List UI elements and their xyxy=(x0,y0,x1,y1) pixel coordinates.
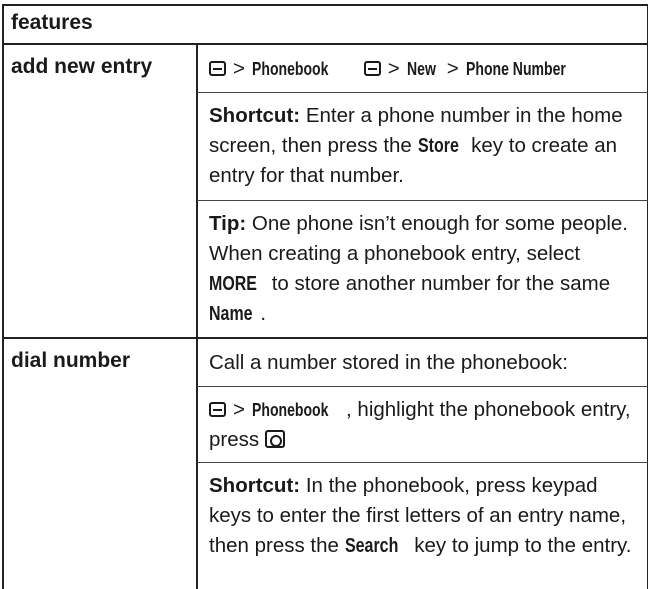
phonebook-menu-item: Phonebook xyxy=(251,59,329,79)
header-divider xyxy=(2,43,648,45)
row-divider xyxy=(2,337,648,339)
term-add-new-entry: add new entry xyxy=(11,55,153,78)
new-menu-item: New xyxy=(406,59,436,79)
cell-divider xyxy=(197,462,648,463)
send-key-icon xyxy=(264,430,285,448)
add-entry-shortcut: Shortcut: Enter a phone number in the ho… xyxy=(209,104,623,187)
phone-number-menu-item: Phone Number xyxy=(465,59,566,79)
dial-number-intro: Call a number stored in the phonebook: xyxy=(209,351,568,374)
shortcut-label: Shortcut: xyxy=(209,474,301,497)
cell-divider xyxy=(197,386,648,387)
cell-divider xyxy=(197,92,648,93)
shortcut-label: Shortcut: xyxy=(209,104,301,127)
table-header: features xyxy=(11,11,93,34)
table-border-top xyxy=(2,4,648,6)
menu-key-icon xyxy=(363,61,381,76)
dial-number-shortcut: Shortcut: In the phonebook, press keypad… xyxy=(209,471,641,561)
more-option: MORE xyxy=(209,272,257,295)
add-entry-path: > Phonebook > New > Phone Number xyxy=(209,54,641,84)
search-key: Search xyxy=(344,534,398,557)
term-dial-number: dial number xyxy=(11,349,131,372)
name-field: Name xyxy=(209,302,253,325)
menu-key-icon xyxy=(209,61,226,76)
tip-label: Tip: xyxy=(209,212,247,235)
column-divider xyxy=(196,44,198,589)
dial-number-path: > Phonebook, highlight the phonebook entr… xyxy=(209,395,641,455)
menu-key-icon xyxy=(209,402,226,417)
features-table: features add new entry > Phonebook > New > P… xyxy=(2,4,648,589)
table-border-left xyxy=(2,4,4,589)
cell-divider xyxy=(197,200,648,201)
phonebook-menu-item: Phonebook xyxy=(251,400,329,420)
store-key: Store xyxy=(417,134,459,157)
add-entry-tip: Tip: One phone isn’t enough for some peo… xyxy=(209,209,641,329)
